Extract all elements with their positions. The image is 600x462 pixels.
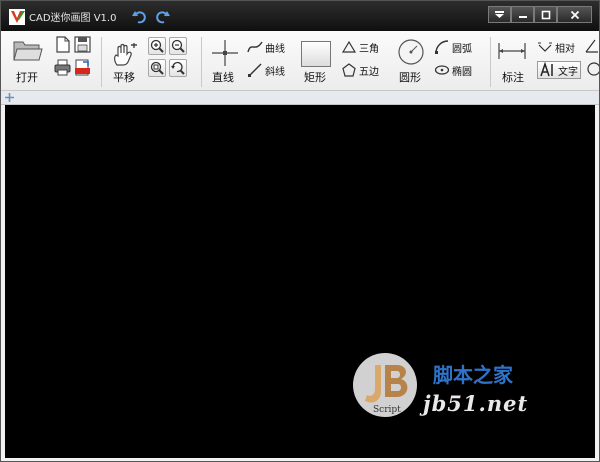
relative-dimension-button[interactable]: 相对 xyxy=(537,38,575,56)
title-bar: CAD迷你画图 V1.0 xyxy=(1,1,599,31)
slant-line-icon xyxy=(248,63,262,77)
zoom-refresh-icon xyxy=(171,61,185,75)
print-icon[interactable] xyxy=(54,59,71,76)
watermark-logo-text: Script xyxy=(373,405,401,415)
pan-hand-icon[interactable] xyxy=(112,43,138,67)
ribbon-toolbar: 打开 平移 直线 曲线 斜线 矩形 三角 五边 圆形 圆弧 椭圆 标注 相对 文… xyxy=(1,31,599,91)
rotate-icon[interactable] xyxy=(585,61,599,77)
watermark: Script 脚本之家 jb51.net xyxy=(351,351,571,426)
slant-line-label: 斜线 xyxy=(265,66,285,78)
app-logo-icon xyxy=(9,9,25,25)
zoom-out-button[interactable] xyxy=(169,37,187,55)
pentagon-label: 五边 xyxy=(359,66,379,78)
dimension-icon[interactable] xyxy=(497,41,527,61)
rectangle-label[interactable]: 矩形 xyxy=(304,69,326,85)
zoom-fit-icon xyxy=(150,61,164,75)
text-tool-icon xyxy=(540,62,553,77)
minimize-button[interactable] xyxy=(511,6,534,23)
arc-label: 圆弧 xyxy=(452,43,472,55)
pentagon-button[interactable]: 五边 xyxy=(341,61,379,79)
export-pdf-icon[interactable] xyxy=(74,59,91,76)
circle-icon[interactable] xyxy=(397,38,425,66)
text-button[interactable]: 文字 xyxy=(537,61,581,79)
triangle-icon xyxy=(341,40,357,53)
triangle-label: 三角 xyxy=(359,43,379,55)
zoom-fit-button[interactable] xyxy=(148,59,166,77)
pan-label[interactable]: 平移 xyxy=(113,69,135,85)
minimize-icon xyxy=(518,15,527,18)
chevron-down-icon xyxy=(495,11,504,18)
maximize-button[interactable] xyxy=(534,6,557,23)
zoom-in-button[interactable] xyxy=(148,37,166,55)
slant-line-button[interactable]: 斜线 xyxy=(247,61,285,79)
ellipse-label: 椭圆 xyxy=(452,66,472,78)
line-crosshair-icon[interactable] xyxy=(211,39,239,67)
watermark-site-name: 脚本之家 xyxy=(433,363,513,387)
arc-button[interactable]: 圆弧 xyxy=(434,38,472,56)
maximize-icon xyxy=(541,10,550,19)
zoom-refresh-button[interactable] xyxy=(169,59,187,77)
app-window: CAD迷你画图 V1.0 打开 平移 直线 曲线 斜线 矩形 三角 五边 圆形 … xyxy=(0,0,600,462)
curve-button[interactable]: 曲线 xyxy=(247,38,285,56)
zoom-out-icon xyxy=(171,39,185,53)
group-separator xyxy=(101,37,102,87)
new-file-icon[interactable] xyxy=(54,36,71,53)
undo-icon[interactable] xyxy=(132,10,146,24)
add-tab-icon[interactable] xyxy=(4,92,15,103)
group-separator xyxy=(490,37,491,87)
relative-dimension-icon xyxy=(538,42,552,52)
group-separator xyxy=(201,37,202,87)
arc-icon xyxy=(435,40,449,54)
watermark-url: jb51.net xyxy=(423,391,529,416)
curve-label: 曲线 xyxy=(265,43,285,55)
triangle-button[interactable]: 三角 xyxy=(341,38,379,56)
relative-dimension-label: 相对 xyxy=(555,43,575,55)
close-button[interactable] xyxy=(557,6,592,23)
close-icon xyxy=(570,10,579,19)
text-label: 文字 xyxy=(558,66,578,78)
menu-dropdown-button[interactable] xyxy=(488,6,511,23)
pentagon-icon xyxy=(342,63,356,77)
circle-label[interactable]: 圆形 xyxy=(399,69,421,85)
open-label[interactable]: 打开 xyxy=(16,69,38,85)
save-icon[interactable] xyxy=(74,36,91,53)
document-tab-strip xyxy=(1,91,599,105)
open-folder-icon[interactable] xyxy=(13,38,43,62)
rectangle-icon[interactable] xyxy=(301,41,331,67)
curve-icon xyxy=(247,41,263,53)
zoom-in-icon xyxy=(150,39,164,53)
window-title: CAD迷你画图 V1.0 xyxy=(29,13,117,24)
angle-icon[interactable] xyxy=(585,38,599,54)
ellipse-button[interactable]: 椭圆 xyxy=(434,61,472,79)
line-label[interactable]: 直线 xyxy=(212,69,234,85)
ellipse-icon xyxy=(434,65,450,75)
dimension-label[interactable]: 标注 xyxy=(502,69,524,85)
redo-icon[interactable] xyxy=(156,10,170,24)
